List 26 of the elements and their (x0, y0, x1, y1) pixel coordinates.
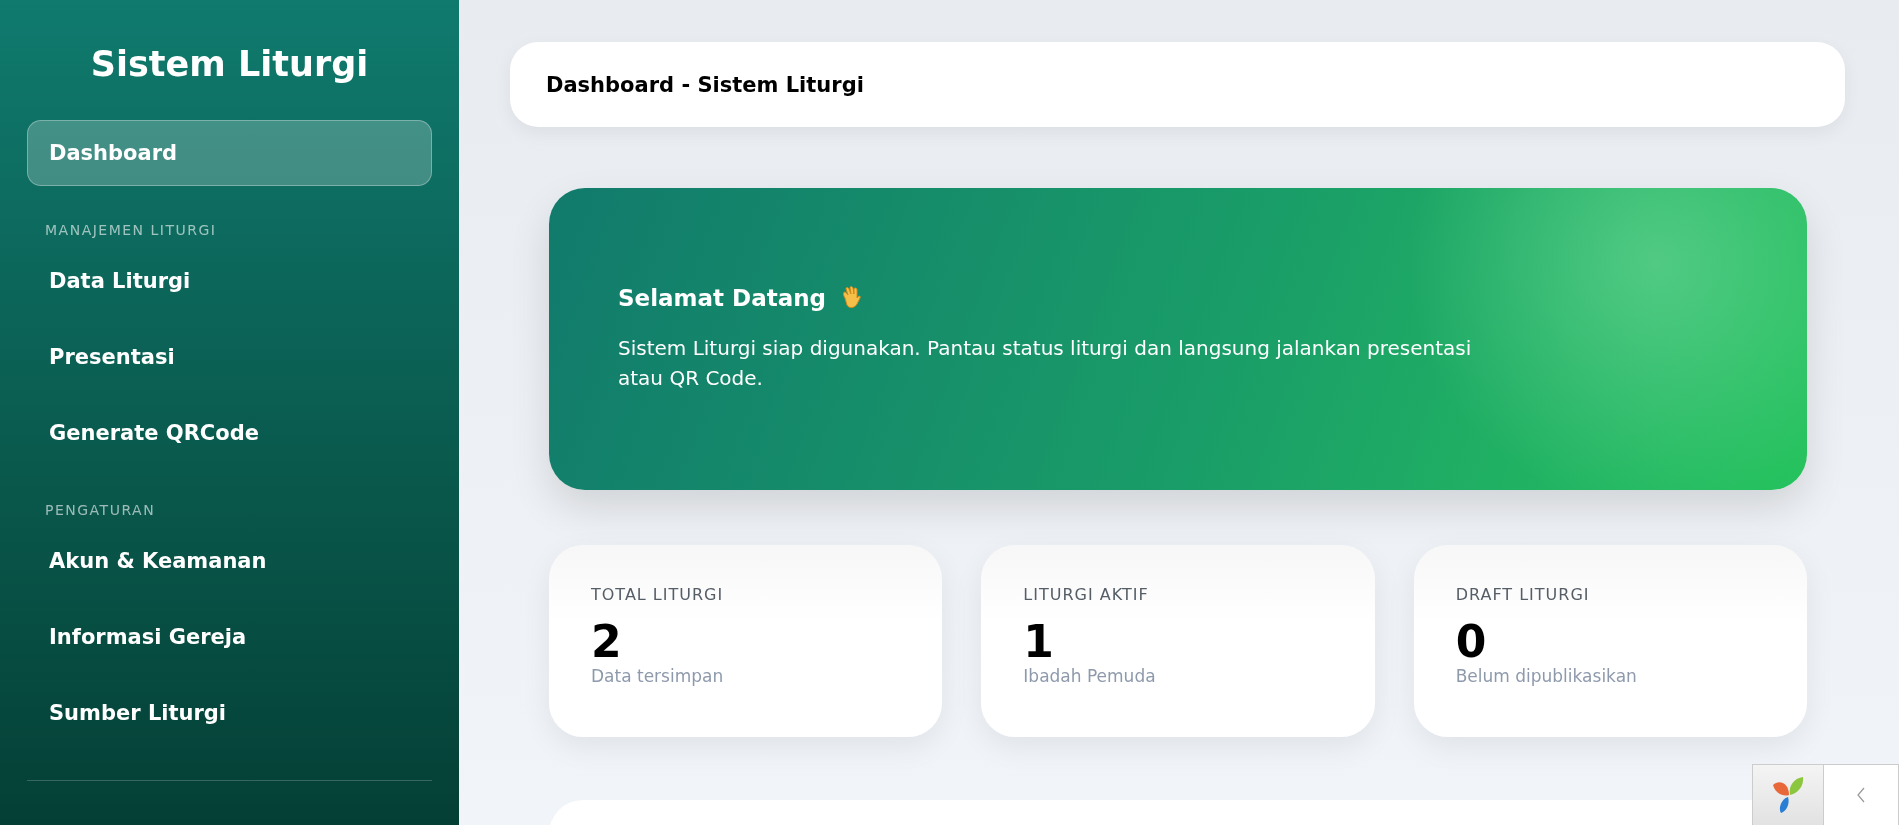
app-title: Sistem Liturgi (89, 43, 370, 86)
nav-item[interactable]: Sumber Liturgi (27, 680, 432, 746)
stat-label: LITURGI AKTIF (1023, 585, 1150, 604)
nav-item[interactable]: Informasi Gereja (27, 604, 432, 670)
page-title: Dashboard - Sistem Liturgi (546, 72, 864, 97)
chevron-left-icon (1855, 786, 1867, 804)
stat-note: Ibadah Pemuda (1023, 666, 1157, 687)
stat-note: Belum dipublikasikan (1455, 666, 1638, 687)
welcome-title: Selamat Datang (618, 285, 827, 311)
stat-value: 1 (1023, 618, 1055, 667)
waving-hand-icon (840, 286, 863, 310)
stat-value: 2 (591, 618, 623, 667)
section-heading: MANAJEMEN LITURGI (44, 221, 218, 240)
nav-item[interactable]: Generate QRCode (27, 400, 432, 466)
stat-label: TOTAL LITURGI (591, 585, 725, 604)
section-heading: PENGATURAN (44, 501, 157, 520)
nav-item[interactable]: Data Liturgi (27, 248, 432, 314)
stat-label: DRAFT LITURGI (1455, 585, 1591, 604)
debug-logo-button[interactable] (1753, 765, 1824, 825)
nav-item[interactable]: Akun & Keamanan (27, 528, 432, 594)
nav-item[interactable]: Dashboard (27, 120, 432, 186)
welcome-text: Sistem Liturgi siap digunakan. Pantau status liturgi dan langsung jalankan presentasi atau QR Code. (618, 335, 1473, 392)
stat-value: 0 (1455, 618, 1488, 667)
nav-item[interactable]: Presentasi (27, 324, 432, 390)
stat-note: Data tersimpan (591, 666, 725, 687)
leaf-logo-icon (1771, 775, 1805, 815)
